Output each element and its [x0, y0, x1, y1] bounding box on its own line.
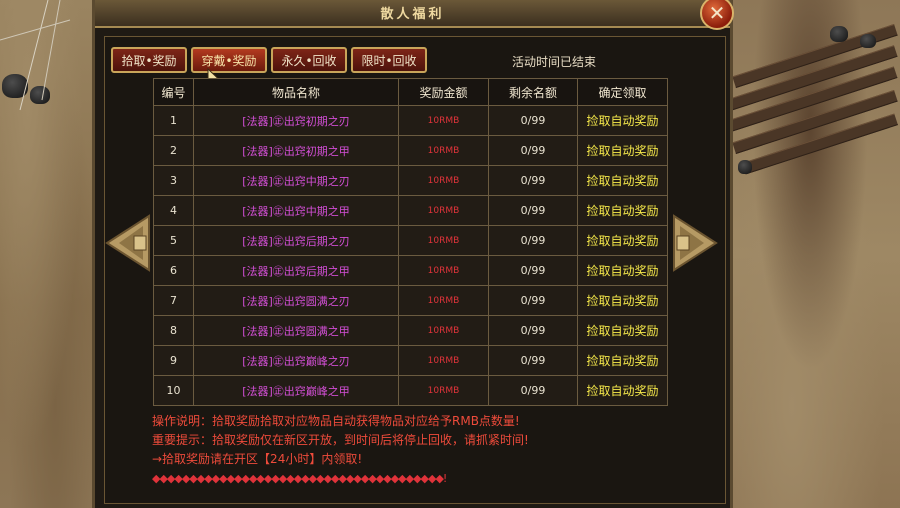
table-row: 9 [法器]㊣出窍巅峰之刃 10RMB 0/99 捡取自动奖励	[153, 345, 668, 376]
header-reward-amount: 奖励金额	[398, 78, 489, 106]
row-claim-button[interactable]: 捡取自动奖励	[577, 135, 668, 166]
row-item-name[interactable]: [法器]㊣出窍中期之甲	[193, 195, 399, 226]
row-id: 8	[153, 315, 194, 346]
row-claim-button[interactable]: 捡取自动奖励	[577, 255, 668, 286]
arrow-left-icon	[105, 214, 150, 272]
prev-page-button[interactable]	[105, 214, 151, 272]
table-row: 1 [法器]㊣出窍初期之刃 10RMB 0/99 捡取自动奖励	[153, 105, 668, 136]
event-status-text: 活动时间已结束	[512, 55, 597, 69]
row-item-name[interactable]: [法器]㊣出窍巅峰之甲	[193, 375, 399, 406]
row-claim-button[interactable]: 捡取自动奖励	[577, 225, 668, 256]
claim-deadline-line: →拾取奖励请在开区【24小时】内领取!	[152, 452, 363, 466]
row-claim-button[interactable]: 捡取自动奖励	[577, 315, 668, 346]
row-reward-amount: 10RMB	[398, 135, 489, 166]
row-claim-button[interactable]: 捡取自动奖励	[577, 285, 668, 316]
tab-limited-recycle[interactable]: 限时•回收	[351, 47, 427, 73]
row-remaining: 0/99	[488, 345, 578, 376]
tab-permanent-recycle[interactable]: 永久•回收	[271, 47, 347, 73]
row-claim-button[interactable]: 捡取自动奖励	[577, 345, 668, 376]
row-item-name[interactable]: [法器]㊣出窍中期之刃	[193, 165, 399, 196]
row-item-name[interactable]: [法器]㊣出窍初期之刃	[193, 105, 399, 136]
row-reward-amount: 10RMB	[398, 255, 489, 286]
row-reward-amount: 10RMB	[398, 105, 489, 136]
tab-label: 拾取•奖励	[121, 53, 177, 68]
row-remaining: 0/99	[488, 165, 578, 196]
row-item-name[interactable]: [法器]㊣出窍后期之刃	[193, 225, 399, 256]
decorative-divider: ◆◆◆◆◆◆◆◆◆◆◆◆◆◆◆◆◆◆◆◆◆◆◆◆◆◆◆◆◆◆◆◆◆◆◆◆◆◆◆!	[152, 472, 447, 485]
row-item-name[interactable]: [法器]㊣出窍巅峰之刃	[193, 345, 399, 376]
row-remaining: 0/99	[488, 195, 578, 226]
header-claim: 确定领取	[577, 78, 668, 106]
table-row: 5 [法器]㊣出窍后期之刃 10RMB 0/99 捡取自动奖励	[153, 225, 668, 256]
row-item-name[interactable]: [法器]㊣出窍圆满之甲	[193, 315, 399, 346]
row-reward-amount: 10RMB	[398, 195, 489, 226]
clay-pot-icon	[830, 26, 848, 42]
window-titlebar[interactable]: 散人福利	[95, 0, 730, 28]
table-row: 10 [法器]㊣出窍巅峰之甲 10RMB 0/99 捡取自动奖励	[153, 375, 668, 406]
tab-label: 永久•回收	[281, 53, 337, 68]
tab-pickup-reward[interactable]: 拾取•奖励	[111, 47, 187, 73]
header-item-name: 物品名称	[193, 78, 399, 106]
row-id: 9	[153, 345, 194, 376]
table-row: 6 [法器]㊣出窍后期之甲 10RMB 0/99 捡取自动奖励	[153, 255, 668, 286]
row-id: 1	[153, 105, 194, 136]
reward-table: 编号 物品名称 奖励金额 剩余名额 确定领取 1 [法器]㊣出窍初期之刃 10R…	[153, 78, 668, 406]
instruction-line: 操作说明：拾取奖励拾取对应物品自动获得物品对应给予RMB点数量!	[152, 414, 520, 428]
row-item-name[interactable]: [法器]㊣出窍初期之甲	[193, 135, 399, 166]
background-terrain-left	[0, 0, 92, 508]
clay-pot-icon	[860, 34, 876, 48]
close-icon: ✕	[708, 1, 726, 25]
row-item-name[interactable]: [法器]㊣出窍后期之甲	[193, 255, 399, 286]
instructions-block: 操作说明：拾取奖励拾取对应物品自动获得物品对应给予RMB点数量! 重要提示：拾取…	[152, 412, 672, 488]
header-remaining: 剩余名额	[488, 78, 578, 106]
row-reward-amount: 10RMB	[398, 165, 489, 196]
row-reward-amount: 10RMB	[398, 285, 489, 316]
clay-pot-icon	[738, 160, 752, 174]
rope-structure-icon	[0, 0, 71, 111]
row-reward-amount: 10RMB	[398, 345, 489, 376]
row-id: 4	[153, 195, 194, 226]
row-remaining: 0/99	[488, 225, 578, 256]
row-id: 2	[153, 135, 194, 166]
row-claim-button[interactable]: 捡取自动奖励	[577, 375, 668, 406]
row-remaining: 0/99	[488, 375, 578, 406]
table-row: 2 [法器]㊣出窍初期之甲 10RMB 0/99 捡取自动奖励	[153, 135, 668, 166]
row-remaining: 0/99	[488, 105, 578, 136]
table-row: 8 [法器]㊣出窍圆满之甲 10RMB 0/99 捡取自动奖励	[153, 315, 668, 346]
row-item-name[interactable]: [法器]㊣出窍圆满之刃	[193, 285, 399, 316]
next-page-button[interactable]	[672, 214, 718, 272]
tab-wear-reward[interactable]: 穿戴•奖励	[191, 47, 267, 73]
row-remaining: 0/99	[488, 285, 578, 316]
row-claim-button[interactable]: 捡取自动奖励	[577, 105, 668, 136]
row-claim-button[interactable]: 捡取自动奖励	[577, 165, 668, 196]
table-header-row: 编号 物品名称 奖励金额 剩余名额 确定领取	[153, 78, 668, 106]
row-id: 3	[153, 165, 194, 196]
row-reward-amount: 10RMB	[398, 225, 489, 256]
table-row: 7 [法器]㊣出窍圆满之刃 10RMB 0/99 捡取自动奖励	[153, 285, 668, 316]
arrow-right-icon	[673, 214, 718, 272]
tab-label: 穿戴•奖励	[201, 53, 257, 68]
background-terrain-right	[720, 0, 900, 508]
row-remaining: 0/99	[488, 135, 578, 166]
row-id: 5	[153, 225, 194, 256]
table-row: 4 [法器]㊣出窍中期之甲 10RMB 0/99 捡取自动奖励	[153, 195, 668, 226]
window-title: 散人福利	[380, 7, 445, 22]
tab-label: 限时•回收	[361, 53, 417, 68]
table-row: 3 [法器]㊣出窍中期之刃 10RMB 0/99 捡取自动奖励	[153, 165, 668, 196]
row-claim-button[interactable]: 捡取自动奖励	[577, 195, 668, 226]
row-reward-amount: 10RMB	[398, 375, 489, 406]
header-id: 编号	[153, 78, 194, 106]
row-reward-amount: 10RMB	[398, 315, 489, 346]
important-notice-line: 重要提示：拾取奖励仅在新区开放，到时间后将停止回收，请抓紧时间!	[152, 433, 529, 447]
row-id: 10	[153, 375, 194, 406]
row-id: 6	[153, 255, 194, 286]
row-id: 7	[153, 285, 194, 316]
row-remaining: 0/99	[488, 315, 578, 346]
row-remaining: 0/99	[488, 255, 578, 286]
